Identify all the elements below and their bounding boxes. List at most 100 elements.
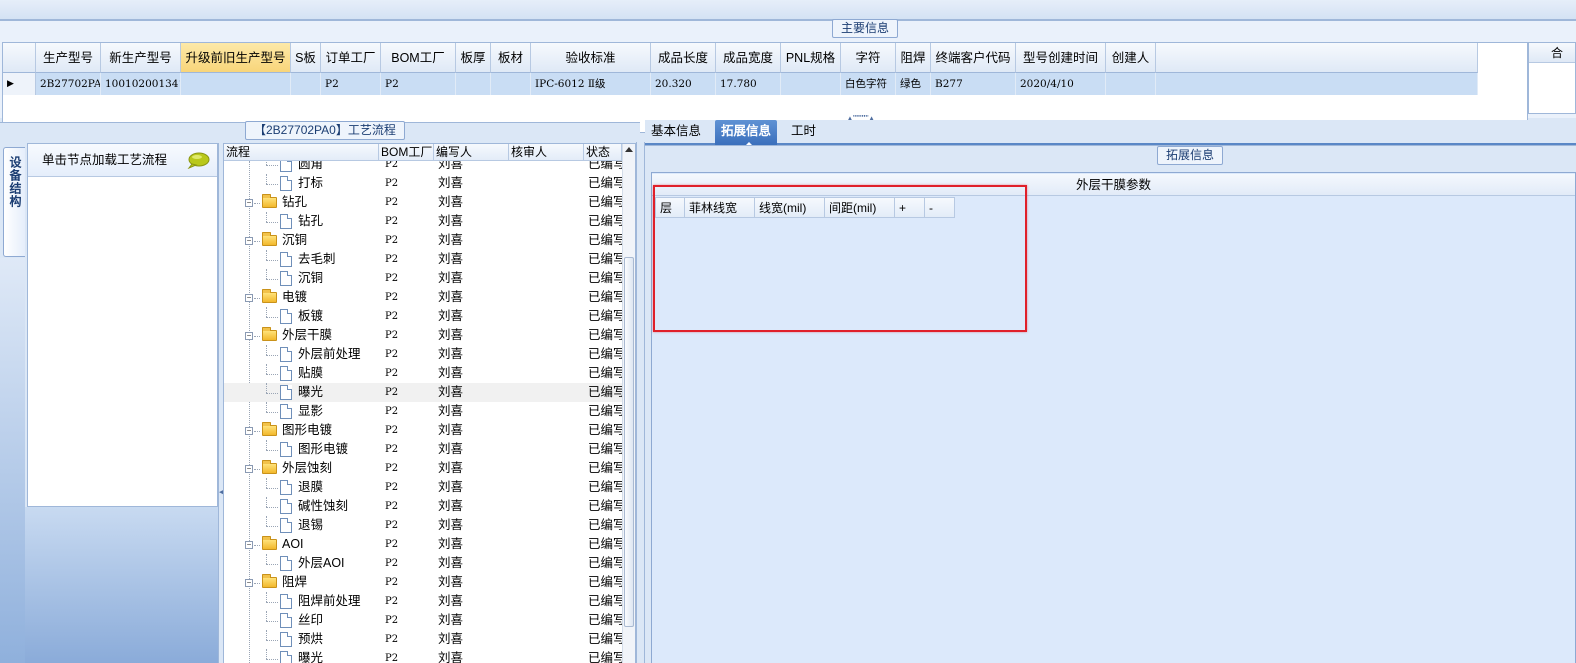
flow-bom-cell[interactable]: P2 — [379, 161, 434, 174]
flow-status-cell[interactable]: 已编写 — [584, 326, 622, 345]
main-col-header[interactable]: 升级前旧生产型号 — [181, 43, 291, 73]
flow-bom-cell[interactable]: P2 — [379, 421, 434, 440]
flow-writer-cell[interactable]: 刘喜 — [434, 288, 509, 307]
main-cell[interactable]: 20.320 — [651, 73, 716, 95]
main-cell[interactable] — [456, 73, 491, 95]
flow-reviewer-cell[interactable] — [509, 440, 584, 459]
collapse-toggle-icon[interactable]: − — [245, 237, 253, 245]
flow-writer-cell[interactable]: 刘喜 — [434, 535, 509, 554]
flow-col-writer[interactable]: 编写人 — [434, 144, 509, 161]
flow-status-cell[interactable]: 已编写 — [584, 345, 622, 364]
flow-tree-cell[interactable]: 圆角 — [224, 161, 379, 174]
main-col-header[interactable]: 板材 — [491, 43, 531, 73]
flow-reviewer-cell[interactable] — [509, 269, 584, 288]
flow-tree-cell[interactable]: − 外层蚀刻 — [224, 459, 379, 478]
flow-reviewer-cell[interactable] — [509, 630, 584, 649]
flow-tree-row[interactable]: 碱性蚀刻 P2 刘喜 已编写 — [224, 497, 622, 516]
flow-writer-cell[interactable]: 刘喜 — [434, 459, 509, 478]
flow-tree-row[interactable]: 贴膜 P2 刘喜 已编写 — [224, 364, 622, 383]
flow-node-label[interactable]: 电镀 — [282, 288, 307, 307]
flow-status-cell[interactable]: 已编写 — [584, 611, 622, 630]
flow-node-label[interactable]: 钻孔 — [282, 193, 307, 212]
flow-status-cell[interactable]: 已编写 — [584, 161, 622, 174]
flow-tree-row[interactable]: 打标 P2 刘喜 已编写 — [224, 174, 622, 193]
flow-writer-cell[interactable]: 刘喜 — [434, 212, 509, 231]
flow-bom-cell[interactable]: P2 — [379, 630, 434, 649]
flow-status-cell[interactable]: 已编写 — [584, 592, 622, 611]
flow-reviewer-cell[interactable] — [509, 459, 584, 478]
flow-writer-cell[interactable]: 刘喜 — [434, 440, 509, 459]
flow-writer-cell[interactable]: 刘喜 — [434, 383, 509, 402]
flow-reviewer-cell[interactable] — [509, 478, 584, 497]
flow-node-label[interactable]: 贴膜 — [298, 364, 323, 383]
flow-node-label[interactable]: 外层蚀刻 — [282, 459, 332, 478]
flow-bom-cell[interactable]: P2 — [379, 250, 434, 269]
flow-bom-cell[interactable]: P2 — [379, 478, 434, 497]
scrollbar-thumb[interactable] — [624, 257, 634, 627]
equipment-structure-header[interactable]: 单击节点加载工艺流程 — [28, 144, 217, 177]
flow-bom-cell[interactable]: P2 — [379, 269, 434, 288]
main-cell[interactable]: P2 — [321, 73, 381, 95]
flow-bom-cell[interactable]: P2 — [379, 326, 434, 345]
flow-node-label[interactable]: 退膜 — [298, 478, 323, 497]
flow-bom-cell[interactable]: P2 — [379, 212, 434, 231]
flow-tree-cell[interactable]: 丝印 — [224, 611, 379, 630]
flow-node-label[interactable]: 丝印 — [298, 611, 323, 630]
main-col-header[interactable]: 验收标准 — [531, 43, 651, 73]
flow-node-label[interactable]: 沉铜 — [298, 269, 323, 288]
flow-col-status[interactable]: 状态 — [584, 144, 622, 161]
flow-status-cell[interactable]: 已编写 — [584, 250, 622, 269]
flow-bom-cell[interactable]: P2 — [379, 535, 434, 554]
flow-status-cell[interactable]: 已编写 — [584, 402, 622, 421]
flow-reviewer-cell[interactable] — [509, 307, 584, 326]
flow-tree-cell[interactable]: 打标 — [224, 174, 379, 193]
flow-tree-cell[interactable]: − 阻焊 — [224, 573, 379, 592]
main-cell[interactable]: IPC-6012 Ⅱ级 — [531, 73, 651, 95]
flow-reviewer-cell[interactable] — [509, 193, 584, 212]
flow-writer-cell[interactable]: 刘喜 — [434, 478, 509, 497]
process-flow-scrollbar[interactable] — [622, 144, 635, 663]
main-col-header[interactable]: 板厚 — [456, 43, 491, 73]
flow-bom-cell[interactable]: P2 — [379, 345, 434, 364]
flow-node-label[interactable]: 打标 — [298, 174, 323, 193]
flow-tree-cell[interactable]: 退膜 — [224, 478, 379, 497]
flow-reviewer-cell[interactable] — [509, 497, 584, 516]
main-cell[interactable]: 2B27702PA0 — [36, 73, 101, 95]
flow-node-label[interactable]: AOI — [282, 535, 304, 554]
flow-status-cell[interactable]: 已编写 — [584, 288, 622, 307]
right-collapsed-panel[interactable]: 合 — [1528, 42, 1576, 114]
flow-writer-cell[interactable]: 刘喜 — [434, 193, 509, 212]
flow-writer-cell[interactable]: 刘喜 — [434, 554, 509, 573]
flow-col-process[interactable]: 流程 — [224, 144, 379, 161]
flow-tree-row[interactable]: − 沉铜 P2 刘喜 已编写 — [224, 231, 622, 250]
flow-reviewer-cell[interactable] — [509, 326, 584, 345]
flow-status-cell[interactable]: 已编写 — [584, 516, 622, 535]
flow-status-cell[interactable]: 已编写 — [584, 421, 622, 440]
tab-basic-info[interactable]: 基本信息 — [645, 120, 707, 145]
flow-reviewer-cell[interactable] — [509, 161, 584, 174]
flow-tree-cell[interactable]: 去毛刺 — [224, 250, 379, 269]
flow-status-cell[interactable]: 已编写 — [584, 573, 622, 592]
flow-node-label[interactable]: 图形电镀 — [298, 440, 348, 459]
flow-writer-cell[interactable]: 刘喜 — [434, 161, 509, 174]
flow-tree-row[interactable]: 预烘 P2 刘喜 已编写 — [224, 630, 622, 649]
flow-tree-cell[interactable]: 阻焊前处理 — [224, 592, 379, 611]
flow-tree-row[interactable]: 沉铜 P2 刘喜 已编写 — [224, 269, 622, 288]
flow-status-cell[interactable]: 已编写 — [584, 269, 622, 288]
flow-bom-cell[interactable]: P2 — [379, 497, 434, 516]
main-col-header[interactable]: PNL规格 — [781, 43, 841, 73]
flow-tree-row[interactable]: − 图形电镀 P2 刘喜 已编写 — [224, 421, 622, 440]
collapse-toggle-icon[interactable]: − — [245, 579, 253, 587]
flow-writer-cell[interactable]: 刘喜 — [434, 497, 509, 516]
flow-col-bom-factory[interactable]: BOM工厂 — [379, 144, 434, 161]
flow-node-label[interactable]: 预烘 — [298, 630, 323, 649]
main-cell[interactable]: B277 — [931, 73, 1016, 95]
flow-bom-cell[interactable]: P2 — [379, 611, 434, 630]
flow-status-cell[interactable]: 已编写 — [584, 478, 622, 497]
flow-node-label[interactable]: 图形电镀 — [282, 421, 332, 440]
flow-status-cell[interactable]: 已编写 — [584, 649, 622, 663]
flow-node-label[interactable]: 钻孔 — [298, 212, 323, 231]
main-col-header[interactable]: 型号创建时间 — [1016, 43, 1106, 73]
flow-tree-row[interactable]: 图形电镀 P2 刘喜 已编写 — [224, 440, 622, 459]
flow-tree-cell[interactable]: 显影 — [224, 402, 379, 421]
